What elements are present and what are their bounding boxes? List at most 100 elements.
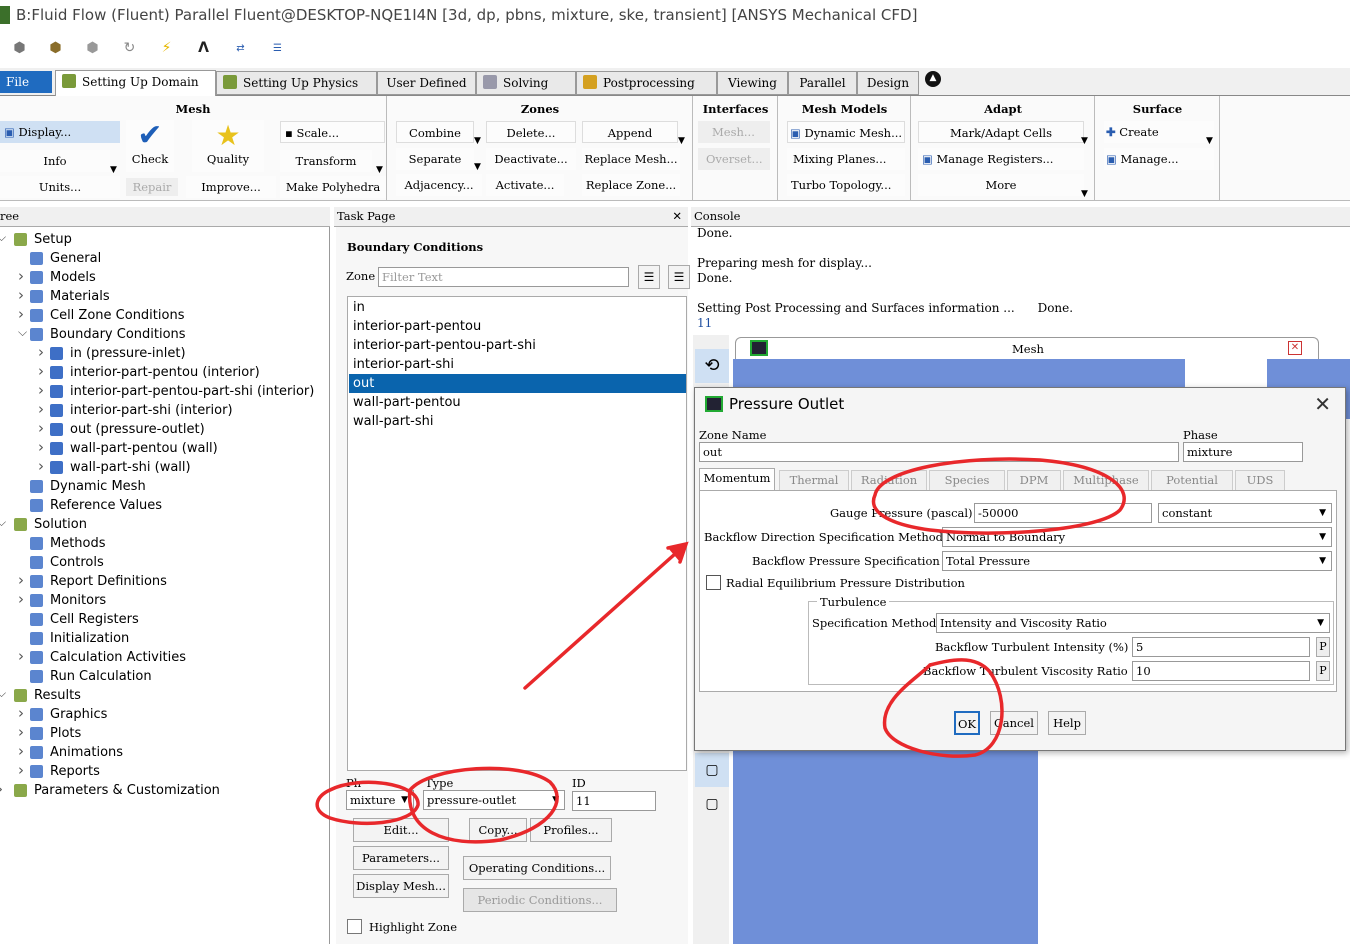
deactivate-button[interactable]: Deactivate...: [486, 148, 576, 170]
edit-button[interactable]: Edit...: [353, 818, 449, 842]
filter-options-icon[interactable]: ☰: [638, 265, 660, 289]
replace-zone-button[interactable]: Replace Zone...: [582, 174, 680, 196]
create-surface-button[interactable]: ✚ Create: [1104, 121, 1214, 143]
dialog-tab[interactable]: Radiation: [851, 470, 927, 490]
dialog-tab[interactable]: Momentum: [699, 468, 775, 491]
id-field[interactable]: 11: [572, 791, 656, 811]
separate-button[interactable]: Separate: [396, 148, 474, 170]
specification-method-select[interactable]: Intensity and Viscosity Ratio ▼: [936, 613, 1330, 633]
phase-select[interactable]: mixture ▼: [346, 790, 414, 810]
chevron-right-icon[interactable]: ›: [18, 647, 24, 666]
zone-list-item[interactable]: interior-part-pentou-part-shi: [349, 336, 686, 355]
adjacency-button[interactable]: Adjacency...: [396, 174, 482, 196]
turbo-topology-button[interactable]: Turbo Topology...: [787, 174, 905, 196]
box-icon[interactable]: ▢: [695, 753, 729, 787]
chevron-right-icon[interactable]: ›: [18, 286, 24, 305]
append-dropdown-icon[interactable]: ▼: [678, 136, 685, 146]
case-icon[interactable]: ⬢: [84, 40, 101, 57]
chevron-right-icon[interactable]: ›: [18, 590, 24, 609]
combine-dropdown-icon[interactable]: ▼: [474, 136, 481, 146]
dialog-tab[interactable]: Thermal: [779, 470, 849, 490]
quality-button[interactable]: ★ Quality: [192, 120, 264, 172]
overset-button[interactable]: Overset...: [698, 148, 770, 170]
rotate-icon[interactable]: ⟲: [695, 349, 729, 383]
chevron-right-icon[interactable]: ›: [38, 400, 44, 419]
chevron-down-icon[interactable]: ⌵: [18, 323, 27, 342]
collapse-ribbon-icon[interactable]: ▲: [925, 71, 941, 87]
tab-user-defined[interactable]: User Defined: [377, 71, 476, 95]
report-icon[interactable]: ☰: [269, 40, 286, 57]
tab-setting-up-domain[interactable]: Setting Up Domain: [55, 70, 216, 97]
repair-button[interactable]: Repair: [126, 178, 178, 196]
parameters-button[interactable]: Parameters...: [353, 846, 449, 870]
display-mesh-button[interactable]: Display Mesh...: [353, 874, 449, 898]
chevron-right-icon[interactable]: ›: [18, 267, 24, 286]
create-dropdown-icon[interactable]: ▼: [1206, 136, 1213, 146]
chevron-right-icon[interactable]: ›: [38, 381, 44, 400]
dialog-tab[interactable]: UDS: [1235, 470, 1285, 490]
dynamic-mesh-button[interactable]: ▣ Dynamic Mesh...: [787, 121, 905, 143]
list-options-icon[interactable]: ☰: [668, 265, 690, 289]
gauge-pressure-method-select[interactable]: constant ▼: [1158, 503, 1332, 523]
chevron-right-icon[interactable]: ›: [18, 742, 24, 761]
lightning-icon[interactable]: ⚡: [158, 40, 175, 57]
mesh-window-tab[interactable]: Mesh ✕: [735, 337, 1319, 359]
chevron-right-icon[interactable]: ›: [38, 438, 44, 457]
chevron-right-icon[interactable]: ›: [38, 343, 44, 362]
zone-list-item[interactable]: interior-part-pentou: [349, 317, 686, 336]
tab-design[interactable]: Design: [857, 71, 919, 95]
mark-adapt-cells-button[interactable]: Mark/Adapt Cells: [918, 121, 1084, 143]
tab-solving[interactable]: Solving: [476, 71, 576, 95]
profiles-button[interactable]: Profiles...: [530, 818, 612, 842]
copy-button[interactable]: Copy...: [469, 818, 527, 842]
dialog-tab[interactable]: Species: [929, 470, 1005, 490]
close-icon[interactable]: ✕: [1288, 341, 1302, 355]
open-icon[interactable]: ⬢: [11, 40, 28, 57]
mixing-planes-button[interactable]: Mixing Planes...: [787, 148, 905, 170]
parameters-icon[interactable]: ⇄: [232, 40, 249, 57]
filter-text-input[interactable]: Filter Text: [378, 267, 629, 287]
chevron-right-icon[interactable]: ›: [18, 761, 24, 780]
manage-registers-button[interactable]: ▣ Manage Registers...: [918, 148, 1084, 170]
zone-list-item[interactable]: in: [349, 298, 686, 317]
dialog-tab[interactable]: Multiphase: [1063, 470, 1149, 490]
gauge-pressure-field[interactable]: -50000: [974, 503, 1152, 523]
tab-setting-up-physics[interactable]: Setting Up Physics: [216, 71, 377, 95]
append-button[interactable]: Append: [582, 121, 678, 143]
operating-conditions-button[interactable]: Operating Conditions...: [463, 856, 611, 880]
separate-dropdown-icon[interactable]: ▼: [474, 162, 481, 172]
transform-button[interactable]: Transform: [280, 150, 372, 172]
dialog-tab[interactable]: Potential: [1151, 470, 1233, 490]
chevron-right-icon[interactable]: ›: [18, 571, 24, 590]
chevron-down-icon[interactable]: ⌵: [0, 513, 6, 532]
units-button[interactable]: Units...: [0, 176, 120, 198]
views-icon[interactable]: ▢: [695, 787, 729, 821]
chevron-right-icon[interactable]: ›: [18, 305, 24, 324]
replace-mesh-button[interactable]: Replace Mesh...: [582, 148, 680, 170]
interface-mesh-button[interactable]: Mesh...: [698, 121, 770, 143]
phase-field[interactable]: mixture: [1183, 442, 1303, 462]
delete-button[interactable]: Delete...: [486, 121, 576, 143]
ok-button[interactable]: OK: [954, 711, 980, 735]
viscosity-parameter-button[interactable]: P: [1316, 661, 1330, 681]
chevron-right-icon[interactable]: ›: [38, 457, 44, 476]
combine-button[interactable]: Combine: [396, 121, 474, 143]
tab-postprocessing[interactable]: Postprocessing: [576, 71, 717, 95]
transform-dropdown-icon[interactable]: ▼: [376, 165, 383, 175]
tab-viewing[interactable]: Viewing: [717, 71, 788, 95]
backflow-pressure-select[interactable]: Total Pressure ▼: [942, 551, 1332, 571]
turbulent-intensity-field[interactable]: 5: [1132, 637, 1310, 657]
periodic-conditions-button[interactable]: Periodic Conditions...: [463, 888, 617, 912]
chevron-right-icon[interactable]: ›: [38, 362, 44, 381]
dialog-tab[interactable]: DPM: [1007, 470, 1061, 490]
mark-adapt-dropdown-icon[interactable]: ▼: [1081, 136, 1088, 146]
check-button[interactable]: ✔ Check: [126, 120, 174, 172]
zone-list-item[interactable]: wall-part-pentou: [349, 393, 686, 412]
chevron-down-icon[interactable]: ⌵: [0, 684, 6, 703]
refresh-icon[interactable]: ↻: [121, 40, 138, 57]
display-button[interactable]: ▣ Display...: [0, 121, 120, 143]
activate-button[interactable]: Activate...: [486, 174, 564, 196]
chevron-right-icon[interactable]: ›: [18, 723, 24, 742]
save-icon[interactable]: ⬢: [47, 40, 64, 57]
chevron-down-icon[interactable]: ⌵: [0, 228, 6, 247]
